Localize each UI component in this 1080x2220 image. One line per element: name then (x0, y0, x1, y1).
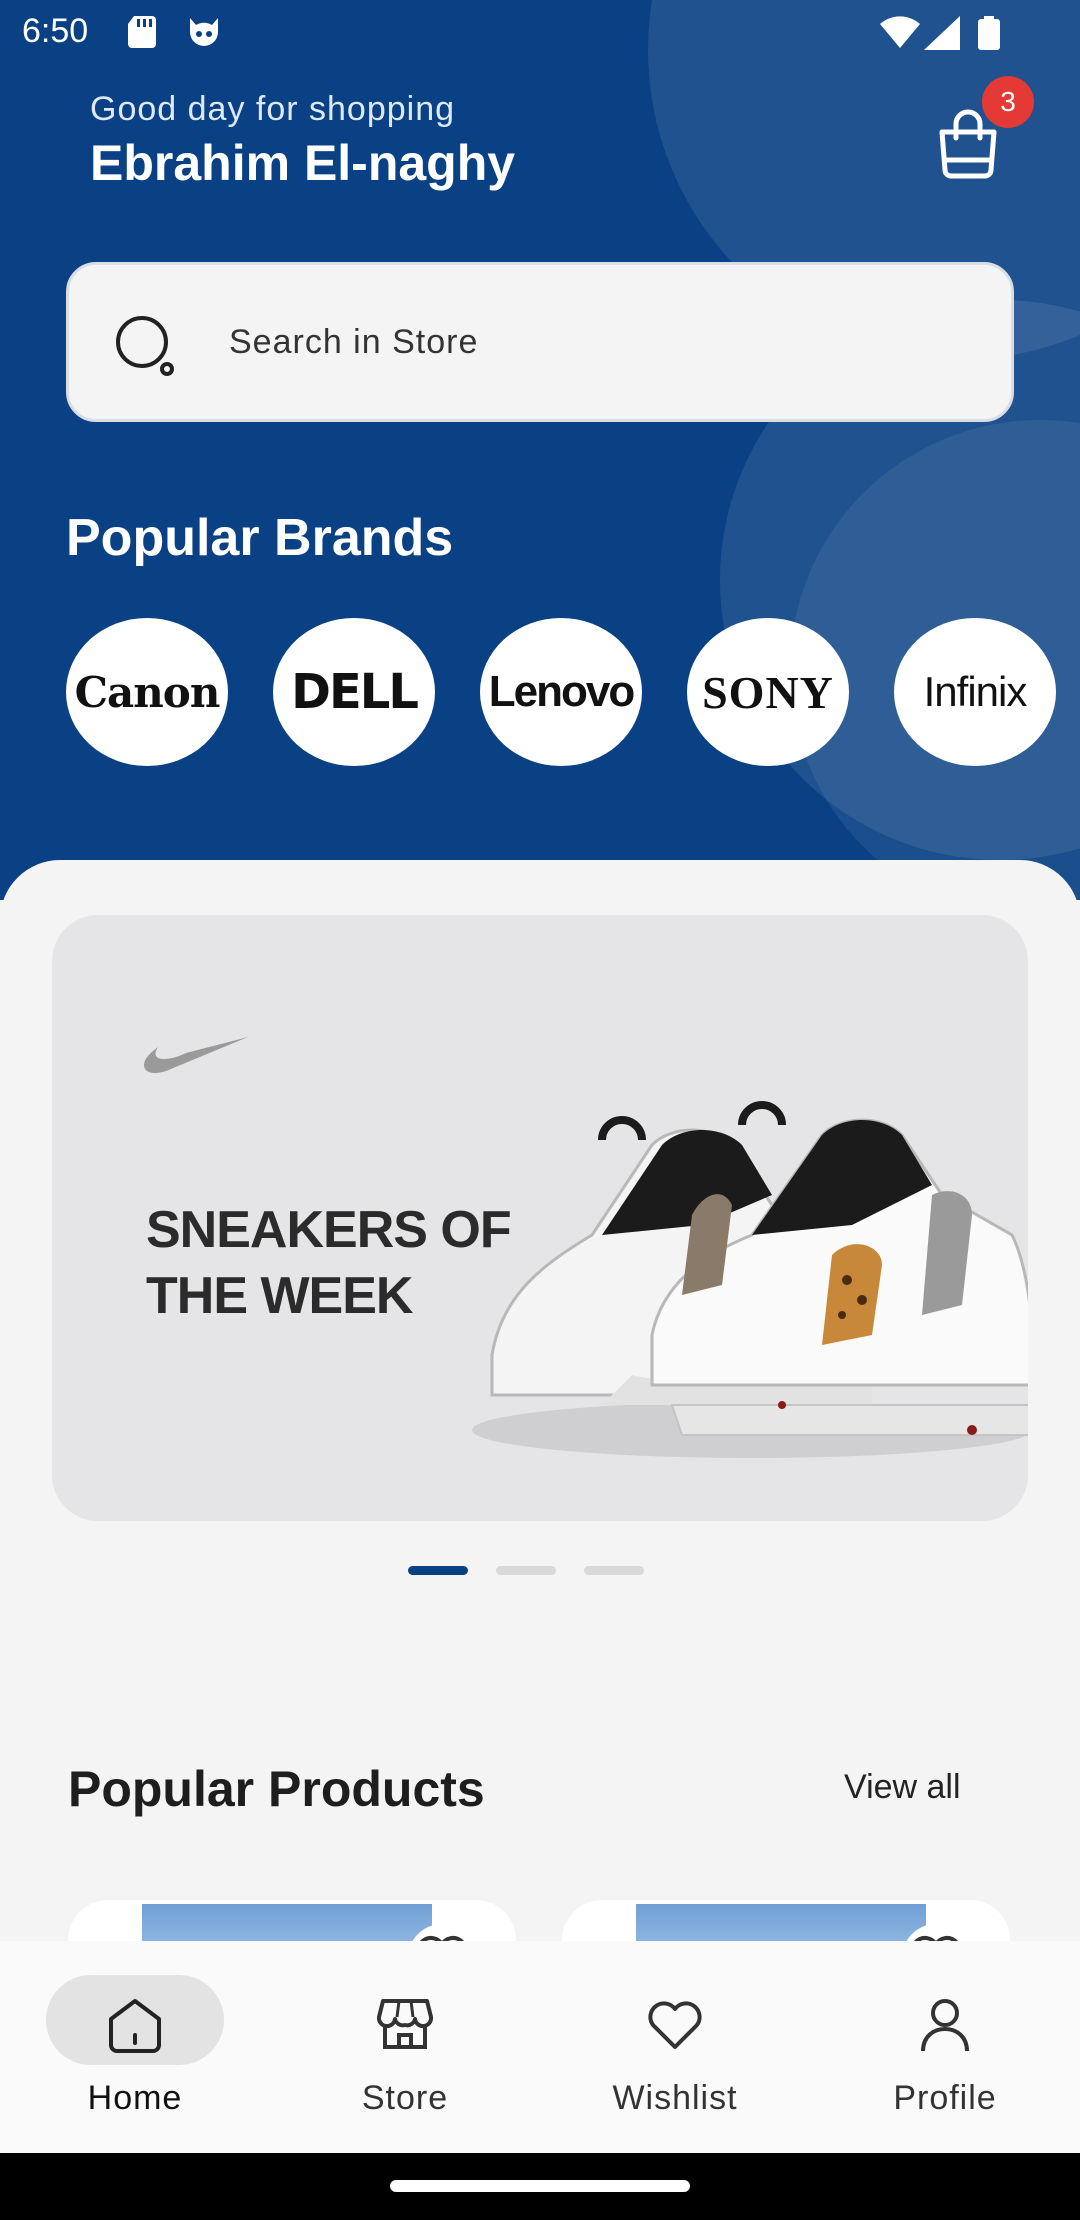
search-placeholder: Search in Store (229, 323, 479, 361)
brand-infinix[interactable]: Infinix (894, 618, 1056, 766)
battery-icon (978, 16, 1000, 50)
brand-dell[interactable]: DELL (273, 618, 435, 766)
user-icon (921, 1999, 969, 2052)
sd-card-icon (128, 16, 156, 48)
brand-logo-sony: SONY (702, 666, 834, 718)
nike-logo-icon (144, 1037, 248, 1073)
status-bar: 6:50 (0, 0, 1080, 66)
promo-banner[interactable]: SNEAKERS OF THE WEEK (52, 915, 1028, 1521)
greeting-text: Good day for shopping (90, 90, 456, 128)
home-indicator[interactable] (390, 2180, 690, 2192)
sneakers-image (472, 1101, 1028, 1458)
nav-label-home: Home (87, 2079, 183, 2117)
view-all-link[interactable]: View all (844, 1768, 961, 1807)
nav-label-profile: Profile (893, 2079, 997, 2117)
brand-logo-infinix: Infinix (923, 668, 1028, 715)
brand-logo-canon: Canon (74, 667, 221, 717)
brand-sony[interactable]: SONY (687, 618, 849, 766)
bottom-navigation: Home Store Wishlist Profile (0, 1941, 1080, 2153)
nav-label-wishlist: Wishlist (612, 2079, 738, 2117)
status-time: 6:50 (22, 12, 89, 50)
popular-brands-title: Popular Brands (66, 509, 454, 567)
cat-notification-icon (190, 18, 218, 46)
carousel-dot-active[interactable] (408, 1566, 468, 1575)
nav-label-store: Store (361, 2079, 449, 2117)
search-icon (116, 316, 174, 376)
nav-profile[interactable]: Profile (810, 1941, 1080, 2153)
store-icon (376, 1999, 434, 2049)
popular-products-title: Popular Products (68, 1761, 485, 1817)
wifi-icon (880, 16, 920, 48)
nav-store[interactable]: Store (270, 1941, 540, 2153)
home-icon (109, 1999, 161, 2053)
carousel-dot[interactable] (496, 1566, 556, 1575)
search-input[interactable]: Search in Store (66, 262, 1014, 422)
user-name: Ebrahim El-naghy (90, 135, 516, 191)
signal-icon (924, 16, 960, 50)
carousel-dot[interactable] (584, 1566, 644, 1575)
nav-home[interactable]: Home (0, 1941, 270, 2153)
cart-count-badge: 3 (982, 76, 1034, 128)
brand-canon[interactable]: Canon (66, 618, 228, 766)
nav-wishlist[interactable]: Wishlist (540, 1941, 810, 2153)
heart-icon (648, 2001, 702, 2049)
brand-logo-lenovo: Lenovo (488, 667, 635, 716)
brand-lenovo[interactable]: Lenovo (480, 618, 642, 766)
brand-logo-dell: DELL (291, 664, 419, 720)
